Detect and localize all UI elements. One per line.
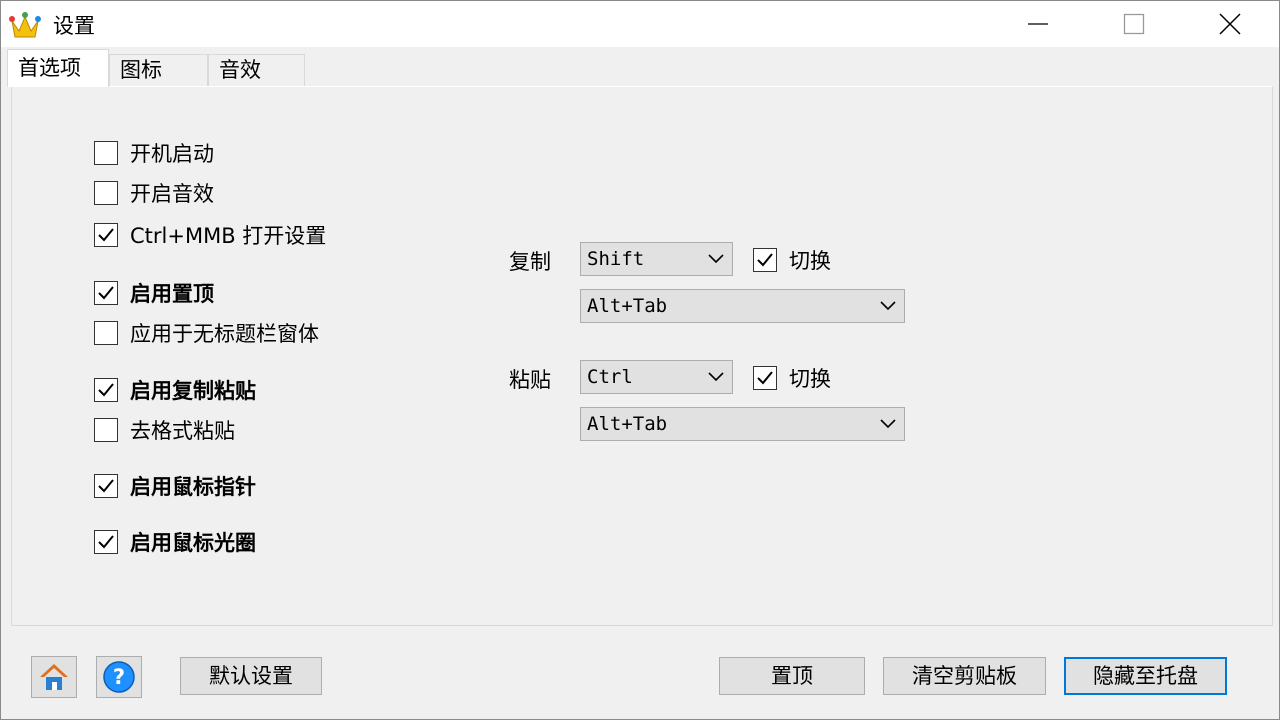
option-label: 去格式粘贴 bbox=[130, 419, 235, 443]
untitled-windows-checkbox[interactable] bbox=[94, 321, 118, 345]
option-label: Ctrl+MMB 打开设置 bbox=[130, 224, 327, 248]
copy-paste-checkbox[interactable] bbox=[94, 378, 118, 402]
option-label: 启用鼠标光圈 bbox=[130, 531, 256, 555]
mouse-halo-checkbox[interactable] bbox=[94, 530, 118, 554]
paste-toggle[interactable]: 切换 bbox=[753, 363, 831, 393]
tab-sounds[interactable]: 音效 bbox=[208, 54, 305, 86]
window-title: 设置 bbox=[53, 14, 95, 38]
option-pin-top[interactable]: 启用置顶 bbox=[94, 278, 214, 308]
copy-combo-select[interactable]: Alt+Tab bbox=[580, 289, 905, 323]
copy-modifier-value: Shift bbox=[587, 248, 645, 270]
paste-hotkey-label: 粘贴 bbox=[509, 368, 551, 392]
home-button[interactable] bbox=[31, 656, 77, 698]
minimize-icon bbox=[1028, 23, 1048, 25]
svg-text:?: ? bbox=[113, 665, 125, 689]
copy-modifier-select[interactable]: Shift bbox=[580, 242, 733, 276]
tab-icons[interactable]: 图标 bbox=[109, 54, 208, 86]
option-label: 开启音效 bbox=[130, 182, 214, 206]
pin-top-checkbox[interactable] bbox=[94, 281, 118, 305]
home-icon bbox=[40, 664, 68, 690]
ctrl-mmb-checkbox[interactable] bbox=[94, 223, 118, 247]
maximize-icon bbox=[1123, 13, 1145, 35]
sound-checkbox[interactable] bbox=[94, 181, 118, 205]
paste-toggle-checkbox[interactable] bbox=[753, 366, 777, 390]
title-bar[interactable]: 设置 bbox=[1, 1, 1279, 47]
option-label: 启用鼠标指针 bbox=[130, 475, 256, 499]
tab-strip: 首选项 图标 音效 bbox=[1, 47, 1279, 87]
close-icon bbox=[1219, 13, 1241, 35]
default-settings-button[interactable]: 默认设置 bbox=[180, 657, 322, 695]
option-mouse-halo[interactable]: 启用鼠标光圈 bbox=[94, 527, 256, 557]
option-untitled-windows[interactable]: 应用于无标题栏窗体 bbox=[94, 318, 319, 348]
tab-preferences[interactable]: 首选项 bbox=[7, 49, 109, 87]
checkmark-icon bbox=[98, 479, 114, 493]
option-autostart[interactable]: 开机启动 bbox=[94, 138, 214, 168]
option-plain-paste[interactable]: 去格式粘贴 bbox=[94, 415, 235, 445]
help-icon: ? bbox=[103, 661, 135, 693]
plain-paste-checkbox[interactable] bbox=[94, 418, 118, 442]
chevron-down-icon bbox=[708, 372, 724, 382]
settings-window: 设置 首选项 图标 音效 开机启动 开启音效 Ctrl+MMB 打开设置 启用置… bbox=[0, 0, 1280, 720]
copy-hotkey-label: 复制 bbox=[509, 250, 551, 274]
option-ctrl-mmb[interactable]: Ctrl+MMB 打开设置 bbox=[94, 220, 326, 250]
help-button[interactable]: ? bbox=[96, 656, 142, 698]
copy-toggle-label: 切换 bbox=[789, 249, 831, 273]
copy-combo-value: Alt+Tab bbox=[587, 295, 668, 317]
pin-top-button[interactable]: 置顶 bbox=[719, 657, 865, 695]
checkmark-icon bbox=[98, 383, 114, 397]
chevron-down-icon bbox=[880, 419, 896, 429]
maximize-button[interactable] bbox=[1087, 1, 1179, 47]
option-label: 应用于无标题栏窗体 bbox=[130, 322, 319, 346]
minimize-button[interactable] bbox=[991, 1, 1083, 47]
paste-toggle-label: 切换 bbox=[789, 367, 831, 391]
checkmark-icon bbox=[98, 228, 114, 242]
clear-clipboard-button[interactable]: 清空剪贴板 bbox=[883, 657, 1046, 695]
hide-to-tray-button[interactable]: 隐藏至托盘 bbox=[1064, 657, 1227, 695]
chevron-down-icon bbox=[880, 301, 896, 311]
mouse-pointer-checkbox[interactable] bbox=[94, 474, 118, 498]
option-mouse-pointer[interactable]: 启用鼠标指针 bbox=[94, 471, 256, 501]
crown-app-icon bbox=[9, 12, 41, 38]
close-button[interactable] bbox=[1183, 1, 1275, 47]
paste-combo-select[interactable]: Alt+Tab bbox=[580, 407, 905, 441]
option-label: 启用复制粘贴 bbox=[130, 379, 256, 403]
checkmark-icon bbox=[98, 535, 114, 549]
paste-modifier-value: Ctrl bbox=[587, 366, 633, 388]
option-copy-paste[interactable]: 启用复制粘贴 bbox=[94, 375, 256, 405]
paste-modifier-select[interactable]: Ctrl bbox=[580, 360, 733, 394]
chevron-down-icon bbox=[708, 254, 724, 264]
checkmark-icon bbox=[757, 371, 773, 385]
option-label: 开机启动 bbox=[130, 142, 214, 166]
paste-combo-value: Alt+Tab bbox=[587, 413, 668, 435]
copy-toggle-checkbox[interactable] bbox=[753, 248, 777, 272]
autostart-checkbox[interactable] bbox=[94, 141, 118, 165]
copy-toggle[interactable]: 切换 bbox=[753, 245, 831, 275]
checkmark-icon bbox=[98, 286, 114, 300]
option-sound[interactable]: 开启音效 bbox=[94, 178, 214, 208]
option-label: 启用置顶 bbox=[130, 282, 214, 306]
checkmark-icon bbox=[757, 253, 773, 267]
